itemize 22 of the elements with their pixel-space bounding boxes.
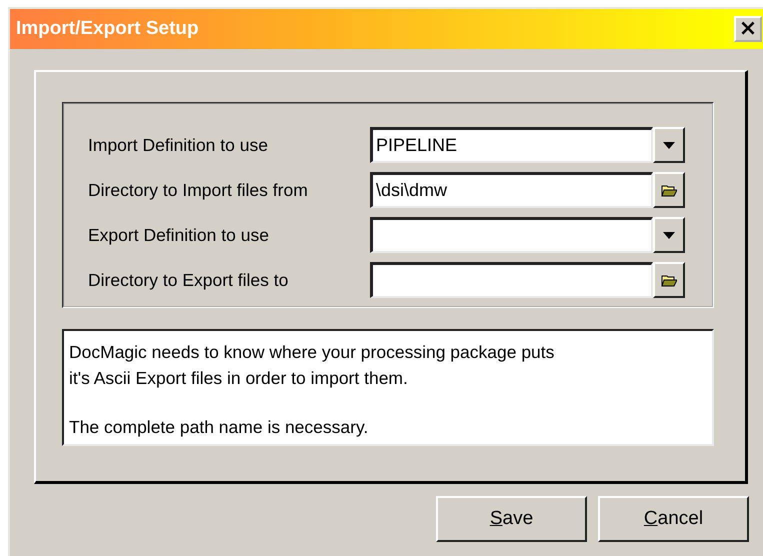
dropdown-button[interactable]: [653, 127, 685, 163]
folder-icon: [661, 184, 677, 196]
browse-button[interactable]: [653, 262, 685, 298]
field-label: Import Definition to use: [88, 134, 269, 156]
caret-icon: [663, 142, 675, 148]
save-button[interactable]: Save: [436, 496, 587, 542]
field-label: Directory to Import files from: [88, 180, 309, 200]
field-label: Export Definition to use: [88, 224, 270, 246]
field-label: Directory to Export files to: [88, 270, 290, 290]
folder-icon: [661, 274, 677, 286]
dropdown-field[interactable]: PIPELINE: [370, 127, 653, 163]
cancel-button[interactable]: Cancel: [598, 496, 749, 542]
path-field[interactable]: [370, 262, 653, 298]
path-field[interactable]: \dsi\dmw: [370, 172, 653, 208]
window-title: Import/Export Setup: [16, 18, 199, 40]
dropdown-button[interactable]: [653, 217, 685, 253]
browse-button[interactable]: [653, 172, 685, 208]
description-text: DocMagic needs to know where your processing package puts it's Ascii Export files in order to import them.: [69, 341, 556, 390]
close-button[interactable]: ×: [734, 16, 762, 42]
dropdown-field[interactable]: [370, 217, 653, 253]
description-text: The complete path name is necessary.: [69, 416, 370, 439]
caret-icon: [663, 232, 675, 238]
